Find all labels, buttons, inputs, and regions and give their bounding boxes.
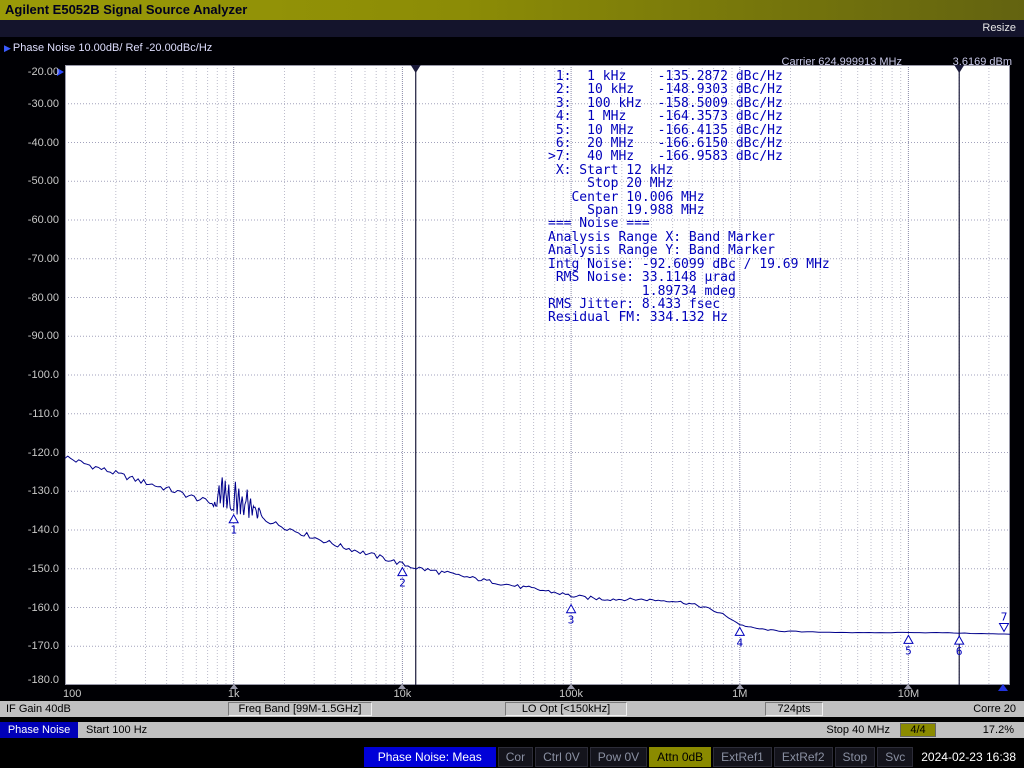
lo-opt-setting[interactable]: LO Opt [<150kHz]	[505, 702, 627, 716]
marker-readout-line: 1.89734 mdeg	[548, 283, 736, 299]
x-axis-tick-triangle-icon	[735, 684, 744, 689]
marker-2-symbol[interactable]	[397, 566, 408, 577]
marker-readout-line: 4: 1 MHz -164.3573 dBc/Hz	[548, 109, 783, 125]
marker-6-label: 6	[956, 645, 963, 658]
marker-5-label: 5	[905, 644, 912, 657]
marker-readout-line: 6: 20 MHz -166.6150 dBc/Hz	[548, 136, 783, 152]
y-axis-tick: -20.00	[27, 66, 59, 78]
measurement-mode-badge[interactable]: Phase Noise	[0, 722, 78, 738]
x-axis-tick: 100	[63, 688, 82, 700]
trace-scale-label: ▶ Phase Noise 10.00dB/ Ref -20.00dBc/Hz	[4, 42, 212, 54]
x-axis-tick: 1k	[227, 688, 240, 700]
marker-readout-line: >7: 40 MHz -166.9583 dBc/Hz	[548, 149, 783, 165]
marker-readout-line: 1: 1 kHz -135.2872 dBc/Hz	[548, 69, 783, 84]
marker-readout-line: Center 10.006 MHz	[548, 189, 705, 205]
y-axis-tick: -100.0	[27, 369, 59, 381]
x-axis-tick: 1M	[732, 688, 748, 700]
marker-readout-line: === Noise ===	[548, 216, 650, 232]
x-axis-tick: 100k	[559, 688, 583, 700]
active-measurement-button[interactable]: Phase Noise: Meas	[363, 746, 496, 767]
marker-2-label: 2	[399, 577, 406, 590]
x-axis-tick-triangle-icon	[904, 684, 913, 689]
average-count-badge: 4/4	[900, 723, 936, 737]
correlation-setting[interactable]: Corre 20	[973, 703, 1016, 715]
marker-readout-line: 3: 100 kHz -158.5009 dBc/Hz	[548, 95, 783, 111]
taskbar-item-extref2[interactable]: ExtRef2	[773, 746, 833, 767]
freq-band-setting[interactable]: Freq Band [99M-1.5GHz]	[228, 702, 372, 716]
marker-readout-line: Residual FM: 334.132 Hz	[548, 310, 729, 326]
taskbar-item-cor[interactable]: Cor	[497, 746, 534, 767]
marker-7-label: 7	[1001, 610, 1008, 623]
y-axis-tick: -40.00	[27, 136, 59, 149]
scale-text: Phase Noise 10.00dB/ Ref -20.00dBc/Hz	[12, 42, 213, 54]
y-axis-tick: -140.0	[27, 524, 59, 536]
band-marker-flag-icon[interactable]	[954, 65, 965, 73]
marker-3-symbol[interactable]	[565, 603, 577, 614]
marker-readout-line: Analysis Range Y: Band Marker	[548, 243, 775, 259]
marker-readout-panel: 1: 1 kHz -135.2872 dBc/Hz 2: 10 kHz -148…	[548, 70, 830, 325]
phase-noise-plot[interactable]: 1 2 3 4 5 6 7	[65, 65, 1010, 685]
y-axis-tick: -180.0	[27, 674, 59, 686]
window-title: Agilent E5052B Signal Source Analyzer	[5, 2, 248, 17]
points-setting[interactable]: 724pts	[765, 702, 823, 716]
marker-readout-line: Analysis Range X: Band Marker	[548, 229, 775, 245]
datetime-readout: 2024-02-23 16:38	[921, 749, 1016, 764]
marker-4-symbol[interactable]	[734, 626, 746, 636]
y-axis-tick: -80.00	[27, 291, 59, 304]
y-axis-tick: -70.00	[27, 252, 59, 265]
y-axis-tick: -50.00	[27, 175, 59, 188]
trace-marker-right-icon: ▶	[4, 43, 11, 53]
instrument-status-bar: Phase Noise: Meas Cor Ctrl 0V Pow 0V Attn 0…	[0, 745, 1024, 768]
window-title-bar: Agilent E5052B Signal Source Analyzer	[0, 0, 1024, 20]
y-axis-tick: -110.0	[28, 407, 59, 420]
marker-readout-line: RMS Noise: 33.1148 µrad	[548, 270, 736, 286]
x-axis-tick-triangle-icon	[229, 684, 238, 689]
y-axis-tick: -30.00	[27, 97, 59, 110]
plot-area[interactable]: 1 2 3 4 5 6 7 1: 1 kHz -135.2872 dBc/Hz 2: 10 …	[65, 65, 1010, 685]
marker-readout-line: X: Start 12 kHz	[548, 162, 674, 178]
x-axis-tick: 10M	[897, 688, 920, 700]
marker-3-label: 3	[568, 614, 575, 627]
x-position-indicator-icon[interactable]	[998, 684, 1008, 691]
marker-5-symbol[interactable]	[903, 634, 914, 644]
x-axis-tick-triangle-icon	[567, 684, 576, 689]
marker-readout-line: 2: 10 kHz -148.9303 dBc/Hz	[548, 82, 783, 98]
taskbar-item-pow-0v[interactable]: Pow 0V	[589, 746, 648, 767]
taskbar-item-svc[interactable]: Svc	[877, 746, 914, 767]
marker-6-symbol[interactable]	[953, 635, 965, 645]
y-axis-tick: -150.0	[27, 562, 59, 575]
band-marker-flag-icon[interactable]	[410, 65, 421, 73]
marker-readout-line: Intg Noise: -92.6099 dBc / 19.69 MHz	[548, 256, 830, 272]
marker-readout-line: RMS Jitter: 8.433 fsec	[548, 296, 721, 312]
taskbar-item-attn-0db[interactable]: Attn 0dB	[649, 746, 712, 767]
if-gain-setting[interactable]: IF Gain 40dB	[6, 703, 71, 715]
resize-button[interactable]: Resize	[982, 22, 1016, 34]
y-axis-tick: -90.00	[27, 330, 59, 343]
taskbar-item-stop[interactable]: Stop	[834, 746, 876, 767]
y-axis-tick: -120.0	[27, 446, 59, 459]
taskbar-item-ctrl-0v[interactable]: Ctrl 0V	[535, 746, 588, 767]
marker-readout-line: Span 19.988 MHz	[548, 203, 705, 219]
graph-region: ▶ Phase Noise 10.00dB/ Ref -20.00dBc/Hz C…	[0, 37, 1024, 700]
y-axis-tick: -160.0	[27, 601, 59, 614]
marker-4-label: 4	[736, 636, 743, 649]
y-axis-tick: -60.00	[27, 214, 59, 226]
sweep-stop-readout: Stop 40 MHz	[826, 724, 890, 736]
status-bar-settings: IF Gain 40dB Freq Band [99M-1.5GHz] LO O…	[0, 701, 1024, 717]
menu-bar: Resize	[0, 20, 1024, 37]
sweep-progress-readout: 17.2%	[982, 724, 1014, 736]
marker-readout-line: 5: 10 MHz -166.4135 dBc/Hz	[548, 122, 783, 138]
sweep-start-readout: Start 100 Hz	[86, 724, 148, 736]
marker-1-label: 1	[230, 524, 237, 537]
marker-7-symbol[interactable]	[998, 622, 1010, 633]
y-axis-tick: -170.0	[27, 640, 59, 653]
x-axis-tick-triangle-icon	[398, 684, 407, 689]
taskbar-indicators: Cor Ctrl 0V Pow 0V Attn 0dB ExtRef1 ExtRef2 St…	[497, 746, 914, 767]
x-axis-tick: 10k	[393, 688, 412, 700]
marker-readout-line: Stop 20 MHz	[548, 176, 674, 192]
status-bar-sweep: Phase Noise Start 100 Hz Stop 40 MHz 4/4…	[0, 722, 1024, 738]
taskbar-item-extref1[interactable]: ExtRef1	[713, 746, 772, 767]
y-axis-tick: -130.0	[27, 485, 59, 498]
marker-1-symbol[interactable]	[228, 513, 240, 524]
